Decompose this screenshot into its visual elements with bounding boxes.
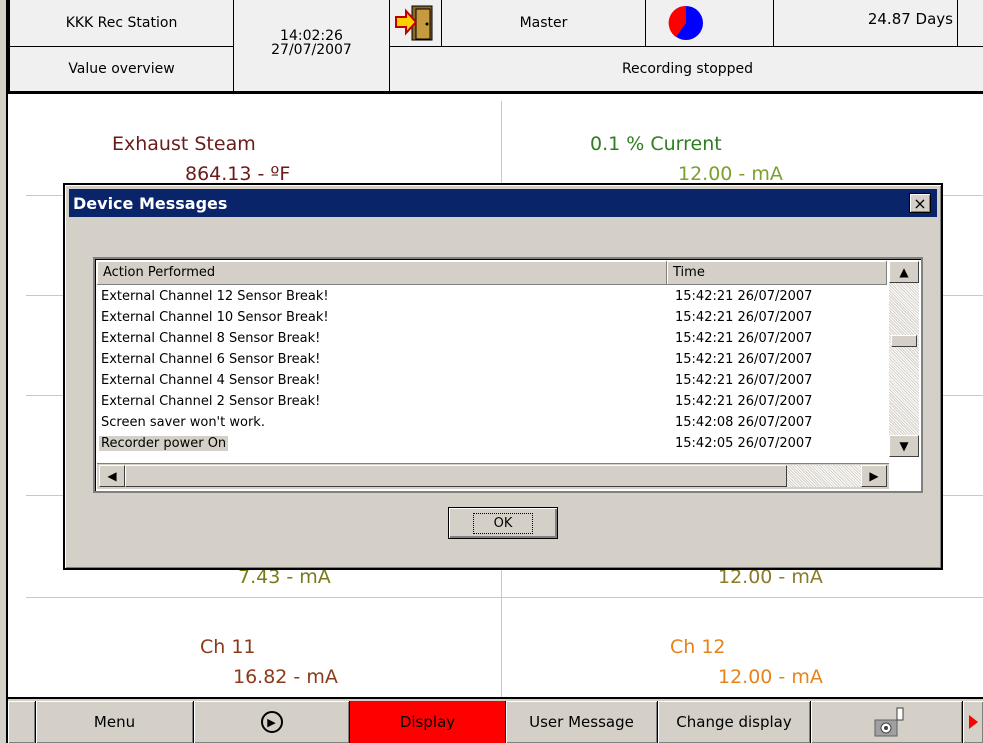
- channel-name: Ch 12: [670, 636, 726, 658]
- scroll-right-button[interactable]: ▶: [861, 465, 887, 487]
- view-name: Value overview: [10, 47, 234, 92]
- header-spare: [958, 0, 983, 47]
- arrow-right-icon: [968, 715, 978, 729]
- row-action: Screen saver won't work.: [101, 415, 265, 430]
- channel-name: Exhaust Steam: [112, 133, 256, 155]
- play-button[interactable]: ▶: [194, 701, 350, 743]
- scroll-down-button[interactable]: ▼: [889, 435, 919, 457]
- days-remaining: 24.87 Days: [774, 0, 958, 47]
- clock-date: 27/07/2007: [271, 42, 352, 58]
- user-name: Master: [442, 0, 646, 47]
- ok-button[interactable]: OK: [448, 507, 558, 539]
- row-time: 15:42:21 26/07/2007: [675, 352, 813, 367]
- change-display-button[interactable]: Change display: [658, 701, 811, 743]
- close-icon: ×: [913, 193, 927, 213]
- channel-value: 16.82 - mA: [233, 666, 338, 688]
- horizontal-scroll-thumb[interactable]: [125, 465, 787, 487]
- column-header-action[interactable]: Action Performed: [97, 261, 667, 285]
- row-action: External Channel 4 Sensor Break!: [101, 373, 321, 388]
- messages-list[interactable]: Action Performed Time External Channel 1…: [93, 257, 923, 493]
- channel-value: 12.00 - mA: [718, 666, 823, 688]
- channel-name: 0.1 % Current: [590, 133, 722, 155]
- message-row[interactable]: External Channel 10 Sensor Break! 15:42:2…: [97, 308, 895, 329]
- user-message-button[interactable]: User Message: [506, 701, 658, 743]
- ok-button-label: OK: [472, 512, 534, 534]
- scroll-down-icon: ▼: [899, 439, 909, 453]
- next-page-button[interactable]: [963, 701, 983, 743]
- row-time: 15:42:05 26/07/2007: [675, 436, 813, 451]
- bottom-toolbar: Menu ▶ Display User Message Change displ…: [8, 697, 983, 743]
- message-row[interactable]: External Channel 8 Sensor Break! 15:42:21…: [97, 329, 895, 350]
- channel-value: 12.00 - mA: [678, 163, 783, 185]
- row-action: External Channel 6 Sensor Break!: [101, 352, 321, 367]
- message-row[interactable]: Screen saver won't work. 15:42:08 26/07/2…: [97, 413, 895, 434]
- clock: 14:02:26 27/07/2007: [234, 0, 390, 92]
- left-border: [0, 0, 8, 743]
- scroll-left-button[interactable]: ◀: [99, 465, 125, 487]
- row-time: 15:42:21 26/07/2007: [675, 331, 813, 346]
- scroll-left-icon: ◀: [107, 469, 117, 483]
- dialog-title: Device Messages: [69, 189, 937, 217]
- horizontal-scroll-track[interactable]: [787, 465, 861, 487]
- close-button[interactable]: ×: [909, 193, 931, 213]
- display-button[interactable]: Display: [350, 701, 506, 743]
- row-action: External Channel 12 Sensor Break!: [101, 289, 329, 304]
- message-row[interactable]: External Channel 12 Sensor Break! 15:42:2…: [97, 287, 895, 308]
- row-action: External Channel 8 Sensor Break!: [101, 331, 321, 346]
- vertical-scroll-track[interactable]: [889, 283, 919, 435]
- message-row[interactable]: External Channel 4 Sensor Break! 15:42:21…: [97, 371, 895, 392]
- row-time: 15:42:08 26/07/2007: [675, 415, 813, 430]
- channel-name: Ch 11: [200, 636, 256, 658]
- scroll-right-icon: ▶: [869, 469, 879, 483]
- camera-icon: [874, 707, 903, 737]
- row-time: 15:42:21 26/07/2007: [675, 310, 813, 325]
- pie-indicator-icon: [668, 5, 703, 40]
- column-header-time[interactable]: Time: [667, 261, 887, 285]
- row-action: External Channel 10 Sensor Break!: [101, 310, 329, 325]
- dialog-title-text: Device Messages: [73, 193, 228, 213]
- logout-button[interactable]: [390, 0, 442, 47]
- row-time: 15:42:21 26/07/2007: [675, 289, 813, 304]
- play-icon: ▶: [260, 711, 283, 733]
- channel-value: 864.13 - ºF: [185, 163, 291, 185]
- message-row[interactable]: External Channel 2 Sensor Break! 15:42:21…: [97, 392, 895, 413]
- device-messages-dialog: Device Messages × Action Performed Time …: [63, 183, 943, 570]
- row-time: 15:42:21 26/07/2007: [675, 373, 813, 388]
- row-time: 15:42:21 26/07/2007: [675, 394, 813, 409]
- row-action: Recorder power On: [99, 436, 229, 451]
- memory-indicator: [646, 0, 774, 47]
- camera-button[interactable]: [811, 701, 963, 743]
- scroll-up-icon: ▲: [899, 265, 909, 279]
- row-action: External Channel 2 Sensor Break!: [101, 394, 321, 409]
- menu-button[interactable]: Menu: [36, 701, 194, 743]
- toolbar-left-edge: [8, 701, 36, 743]
- scroll-up-button[interactable]: ▲: [889, 261, 919, 283]
- station-name: KKK Rec Station: [10, 0, 234, 47]
- exit-door-icon: [394, 5, 432, 41]
- vertical-scroll-thumb[interactable]: [891, 335, 917, 347]
- message-row-selected[interactable]: Recorder power On 15:42:05 26/07/2007: [97, 434, 895, 455]
- grid-divider-5: [26, 597, 983, 598]
- recording-status: Recording stopped: [390, 47, 983, 92]
- message-row[interactable]: External Channel 6 Sensor Break! 15:42:21…: [97, 350, 895, 371]
- header-bar: KKK Rec Station Value overview 14:02:26 …: [8, 0, 983, 94]
